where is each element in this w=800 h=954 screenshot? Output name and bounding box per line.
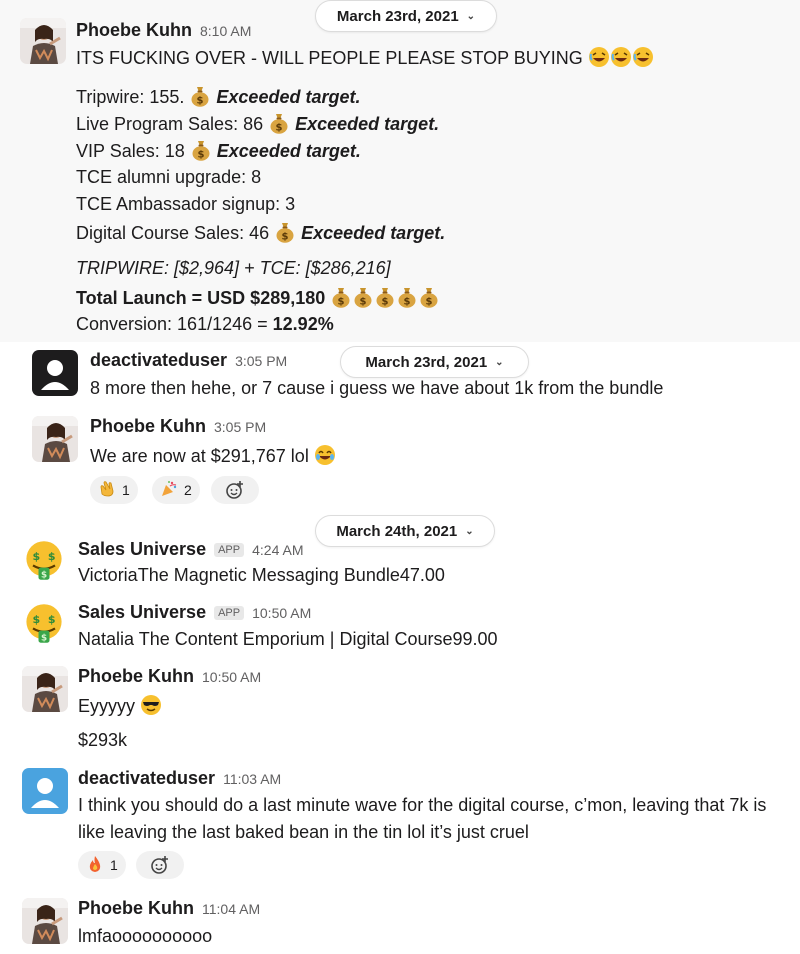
money-bag-icon bbox=[191, 139, 211, 161]
sender-name[interactable]: Phoebe Kuhn bbox=[76, 20, 192, 41]
timestamp[interactable]: 8:10 AM bbox=[200, 23, 251, 39]
message-phoebe-eyyy: Phoebe Kuhn 10:50 AM Eyyyyy $293k bbox=[0, 664, 800, 756]
timestamp[interactable]: 11:04 AM bbox=[202, 901, 260, 917]
default-user-icon bbox=[31, 778, 59, 808]
rofl-emoji-icon bbox=[632, 46, 654, 68]
message-text: lmfaoooooooooo bbox=[78, 926, 213, 946]
stat-line: Digital Course Sales: 46 Exceeded target… bbox=[76, 221, 446, 243]
joy-emoji-icon bbox=[314, 444, 336, 466]
timestamp[interactable]: 10:50 AM bbox=[252, 605, 311, 621]
message-text: I think you should do a last minute wave… bbox=[78, 795, 767, 815]
avatar[interactable] bbox=[22, 768, 68, 814]
add-reaction-button[interactable] bbox=[211, 476, 259, 504]
summary-line: TRIPWIRE: [$2,964] + TCE: [$286,216] bbox=[76, 258, 391, 278]
fire-icon bbox=[86, 855, 104, 876]
money-bag-icon bbox=[331, 286, 351, 308]
timestamp[interactable]: 3:05 PM bbox=[214, 419, 266, 435]
message-sales-universe-2: Sales Universe APP 10:50 AM Natalia The … bbox=[0, 600, 800, 660]
money-mouth-face-icon bbox=[22, 539, 66, 583]
date-divider-button[interactable]: March 23rd, 2021 ⌄ bbox=[315, 0, 497, 32]
sunglasses-emoji-icon bbox=[140, 694, 162, 716]
user-photo-icon bbox=[20, 18, 66, 64]
add-reaction-icon bbox=[226, 481, 243, 499]
money-bag-icon bbox=[190, 85, 210, 107]
rofl-emoji-icon bbox=[588, 46, 610, 68]
avatar[interactable] bbox=[32, 350, 78, 396]
sender-name[interactable]: deactivateduser bbox=[90, 350, 227, 371]
sender-name[interactable]: Phoebe Kuhn bbox=[90, 416, 206, 437]
money-bag-icon bbox=[397, 286, 417, 308]
sender-name[interactable]: Phoebe Kuhn bbox=[78, 666, 194, 687]
timestamp[interactable]: 10:50 AM bbox=[202, 669, 261, 685]
user-photo-icon bbox=[22, 898, 68, 944]
timestamp[interactable]: 4:24 AM bbox=[252, 542, 303, 558]
money-bag-icon bbox=[375, 286, 395, 308]
message-text: $293k bbox=[78, 730, 128, 750]
message-sales-universe-1: Sales Universe APP 4:24 AM VictoriaThe M… bbox=[0, 535, 800, 595]
reaction-fire[interactable]: 1 bbox=[78, 851, 126, 879]
message-text: We are now at $291,767 lol bbox=[90, 444, 336, 467]
clapping-hands-icon bbox=[98, 480, 116, 501]
sender-name[interactable]: Phoebe Kuhn bbox=[78, 898, 194, 919]
reaction-clap[interactable]: 1 bbox=[90, 476, 138, 504]
chevron-down-icon: ⌄ bbox=[466, 10, 476, 22]
user-photo-icon bbox=[32, 416, 78, 462]
message-text: VictoriaThe Magnetic Messaging Bundle47.… bbox=[78, 565, 445, 585]
app-badge: APP bbox=[214, 543, 245, 557]
app-badge: APP bbox=[214, 606, 245, 620]
avatar[interactable] bbox=[20, 18, 66, 64]
user-photo-icon bbox=[22, 666, 68, 712]
money-bag-icon bbox=[275, 221, 295, 243]
message-text: 8 more then hehe, or 7 cause i guess we … bbox=[90, 378, 664, 398]
avatar[interactable] bbox=[32, 416, 78, 462]
money-mouth-face-icon bbox=[22, 602, 66, 646]
default-user-icon bbox=[41, 360, 69, 390]
money-bag-icon bbox=[269, 112, 289, 134]
message-text: Natalia The Content Emporium | Digital C… bbox=[78, 629, 498, 649]
stat-line: Tripwire: 155. Exceeded target. bbox=[76, 85, 361, 107]
add-reaction-button[interactable] bbox=[136, 851, 184, 879]
date-divider-button[interactable]: March 23rd, 2021 ⌄ bbox=[340, 346, 529, 378]
message-phoebe-lmfao: Phoebe Kuhn 11:04 AM lmfaoooooooooo bbox=[0, 894, 800, 954]
add-reaction-icon bbox=[151, 856, 168, 874]
conversion-line: Conversion: 161/1246 = 12.92% bbox=[76, 314, 334, 334]
total-line: Total Launch = USD $289,180 bbox=[76, 286, 440, 309]
sender-name[interactable]: Sales Universe bbox=[78, 539, 206, 560]
avatar[interactable] bbox=[22, 898, 68, 944]
avatar[interactable] bbox=[22, 539, 66, 583]
money-bag-icon bbox=[419, 286, 439, 308]
message-headline: ITS FUCKING OVER - WILL PEOPLE PLEASE ST… bbox=[76, 46, 654, 69]
money-bag-icon bbox=[353, 286, 373, 308]
timestamp[interactable]: 3:05 PM bbox=[235, 353, 287, 369]
reaction-party[interactable]: 2 bbox=[152, 476, 200, 504]
sender-name[interactable]: Sales Universe bbox=[78, 602, 206, 623]
message-text: Eyyyyy bbox=[78, 694, 162, 717]
chevron-down-icon: ⌄ bbox=[495, 356, 504, 368]
message-phoebe-launch-summary: Phoebe Kuhn 8:10 AM ITS FUCKING OVER - W… bbox=[0, 0, 800, 342]
sender-name[interactable]: deactivateduser bbox=[78, 768, 215, 789]
stat-line: Live Program Sales: 86 Exceeded target. bbox=[76, 112, 440, 134]
party-popper-icon bbox=[160, 480, 178, 501]
stat-line: VIP Sales: 18 Exceeded target. bbox=[76, 139, 361, 161]
avatar[interactable] bbox=[22, 666, 68, 712]
message-text: like leaving the last baked bean in the … bbox=[78, 822, 529, 842]
rofl-emoji-icon bbox=[610, 46, 632, 68]
avatar[interactable] bbox=[22, 602, 66, 646]
timestamp[interactable]: 11:03 AM bbox=[223, 771, 281, 787]
stat-line: TCE alumni upgrade: 8 bbox=[76, 167, 262, 187]
stat-line: TCE Ambassador signup: 3 bbox=[76, 194, 296, 214]
